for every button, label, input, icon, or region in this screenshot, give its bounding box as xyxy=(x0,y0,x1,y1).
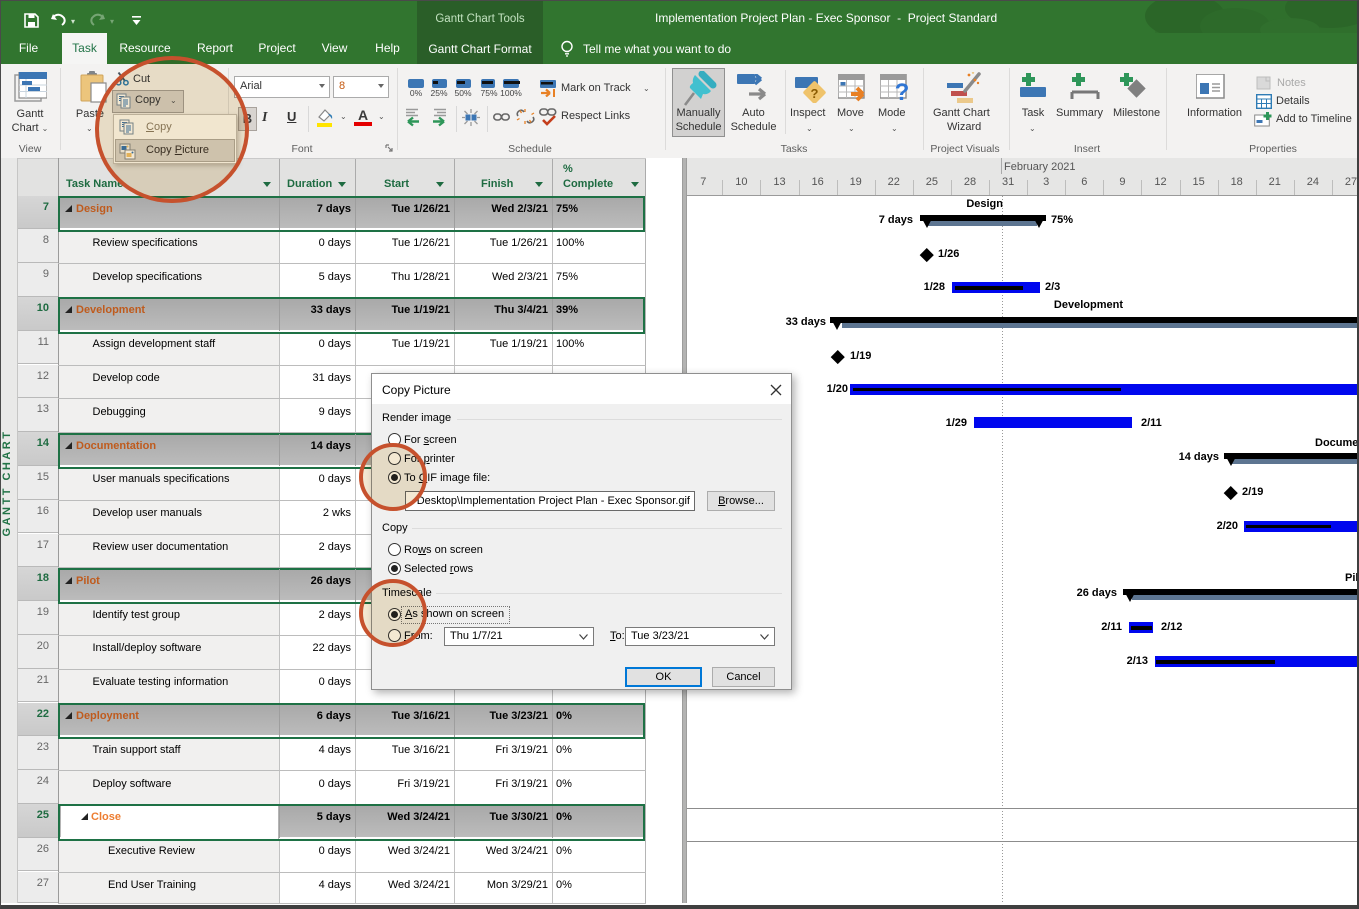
svg-text:?: ? xyxy=(811,86,819,101)
svg-text:?: ? xyxy=(895,79,910,104)
